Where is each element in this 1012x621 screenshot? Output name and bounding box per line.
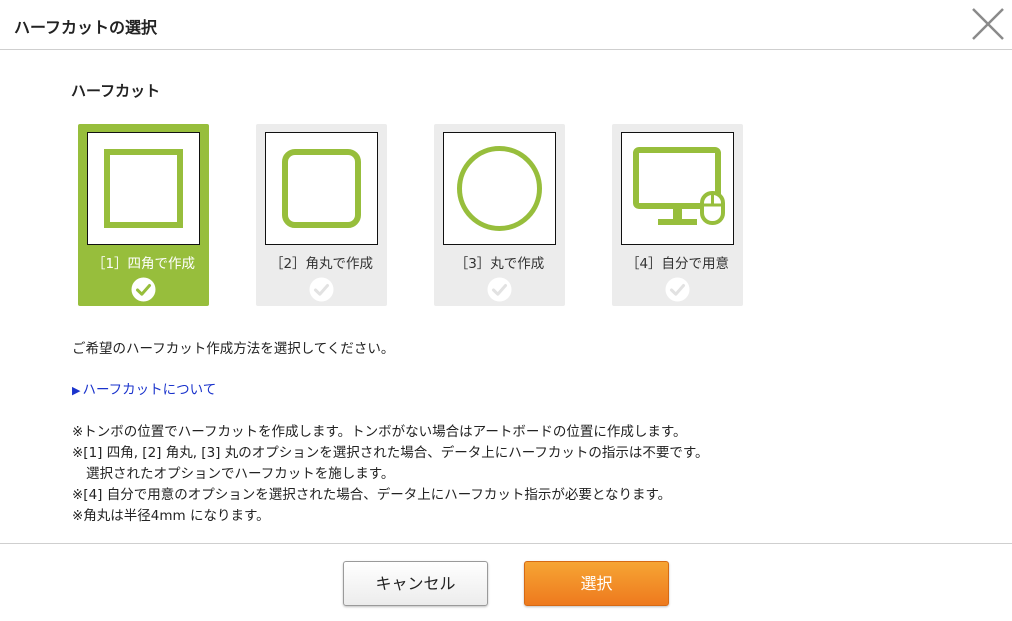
half-cut-dialog: ハーフカットの選択 ハーフカット ［1］四角で作成 ［2］角丸で作成 ［3］丸で… — [0, 0, 1012, 621]
section-title: ハーフカット — [71, 82, 161, 100]
dialog-title: ハーフカットの選択 — [14, 18, 158, 37]
note-line: 選択されたオプションでハーフカットを施します。 — [86, 466, 395, 482]
check-icon — [487, 277, 512, 302]
close-button[interactable] — [968, 5, 1008, 45]
check-icon — [309, 277, 334, 302]
check-icon — [665, 277, 690, 302]
dialog-header: ハーフカットの選択 — [0, 0, 1012, 50]
circle-shape-icon — [457, 146, 542, 231]
instruction-text: ご希望のハーフカット作成方法を選択してください。 — [72, 341, 395, 357]
note-line: ※角丸は半径4mm になります。 — [72, 508, 270, 524]
note-line: ※トンボの位置でハーフカットを作成します。トンボがない場合はアートボードの位置に… — [72, 424, 687, 440]
notes-block: ※トンボの位置でハーフカットを作成します。トンボがない場合はアートボードの位置に… — [72, 422, 709, 527]
monitor-mouse-icon — [633, 147, 725, 225]
note-line: ※[1] 四角, [2] 角丸, [3] 丸のオプションを選択された場合、データ… — [72, 445, 709, 461]
option-label: ［1］四角で作成 — [91, 256, 196, 272]
cancel-button[interactable]: キャンセル — [343, 561, 488, 606]
rounded-square-shape-icon — [282, 149, 361, 228]
square-shape-icon — [104, 149, 183, 228]
check-icon — [131, 277, 156, 302]
option-label: ［2］角丸で作成 — [269, 256, 374, 272]
note-line: ※[4] 自分で用意のオプションを選択された場合、データ上にハーフカット指示が必… — [72, 487, 672, 503]
triangle-right-icon: ▶ — [72, 384, 81, 397]
option-square[interactable]: ［1］四角で作成 — [78, 124, 209, 306]
option-circle[interactable]: ［3］丸で作成 — [434, 124, 565, 306]
close-icon — [972, 8, 1004, 40]
link-label: ハーフカットについて — [82, 382, 217, 398]
option-rounded-square[interactable]: ［2］角丸で作成 — [256, 124, 387, 306]
option-self-prepared[interactable]: ［4］自分で用意 — [612, 124, 743, 306]
option-thumbnail — [265, 132, 378, 245]
footer-divider — [0, 543, 1012, 544]
option-thumbnail — [443, 132, 556, 245]
select-button[interactable]: 選択 — [524, 561, 669, 606]
option-thumbnail — [87, 132, 200, 245]
option-label: ［4］自分で用意 — [625, 256, 730, 272]
half-cut-info-link[interactable]: ▶ ハーフカットについて — [72, 378, 216, 398]
option-thumbnail — [621, 132, 734, 245]
option-label: ［3］丸で作成 — [454, 256, 545, 272]
